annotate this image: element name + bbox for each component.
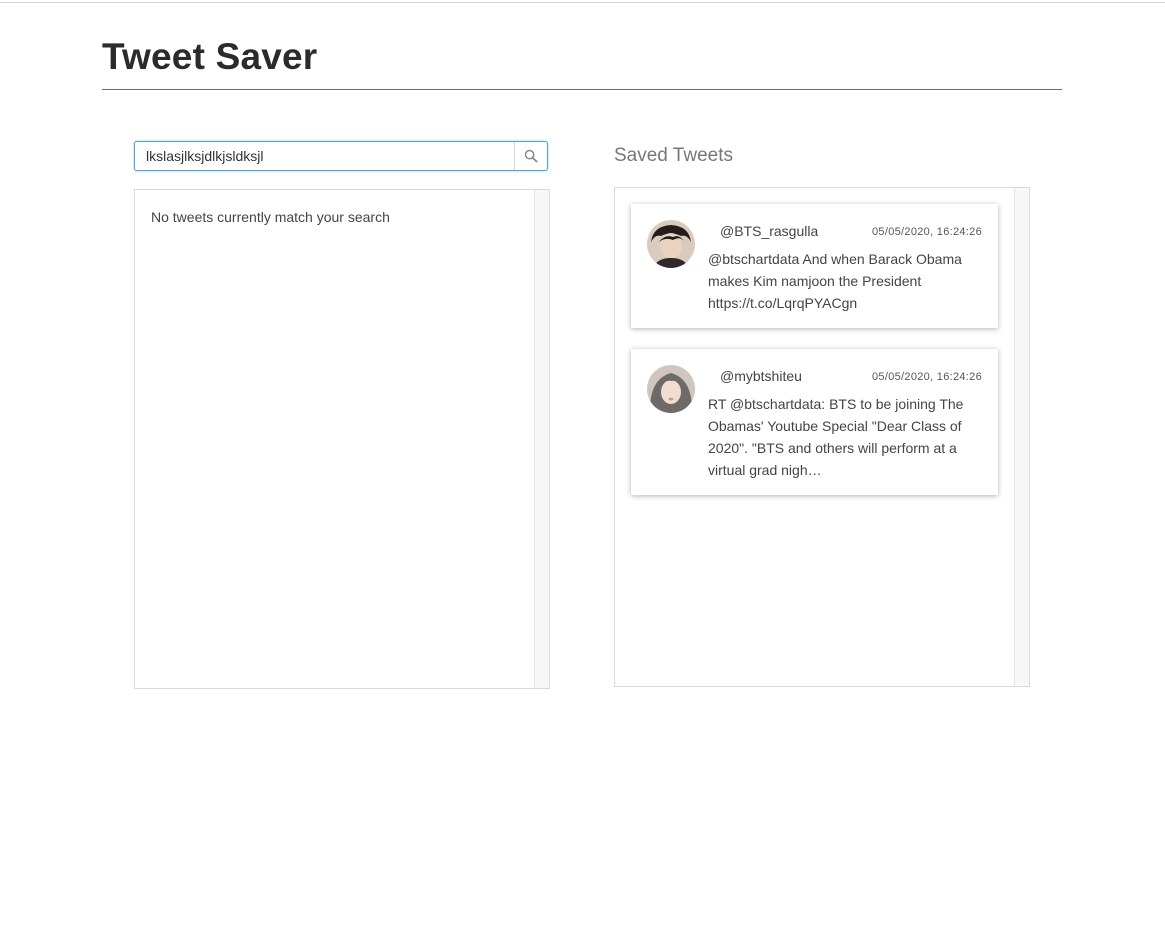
tweet-handle: @mybtshiteu: [720, 368, 802, 384]
tweet-card[interactable]: @BTS_rasgulla 05/05/2020, 16:24:26 @btsc…: [631, 204, 998, 328]
avatar: [647, 365, 695, 413]
tweet-card[interactable]: @mybtshiteu 05/05/2020, 16:24:26 RT @bts…: [631, 349, 998, 495]
search-icon: [524, 149, 538, 163]
tweet-timestamp: 05/05/2020, 16:24:26: [872, 371, 982, 383]
tweet-text: @btschartdata And when Barack Obama make…: [708, 251, 962, 311]
search-results-panel: No tweets currently match your search: [134, 189, 550, 689]
page-title: Tweet Saver: [102, 36, 318, 77]
saved-tweets-panel: @BTS_rasgulla 05/05/2020, 16:24:26 @btsc…: [614, 187, 1030, 687]
empty-results-message: No tweets currently match your search: [151, 209, 390, 225]
saved-tweets-heading: Saved Tweets: [614, 145, 734, 166]
top-border: [0, 2, 1165, 3]
tweet-timestamp: 05/05/2020, 16:24:26: [872, 226, 982, 238]
tweet-handle: @BTS_rasgulla: [720, 223, 819, 239]
tweet-text: RT @btschartdata: BTS to be joining The …: [708, 396, 964, 478]
title-divider: [102, 89, 1062, 90]
avatar: [647, 220, 695, 268]
search-input[interactable]: [135, 142, 516, 170]
search-button[interactable]: [514, 142, 547, 170]
saved-scrollbar[interactable]: [1014, 188, 1029, 686]
search-bar: [134, 141, 548, 171]
results-scrollbar[interactable]: [534, 190, 549, 688]
